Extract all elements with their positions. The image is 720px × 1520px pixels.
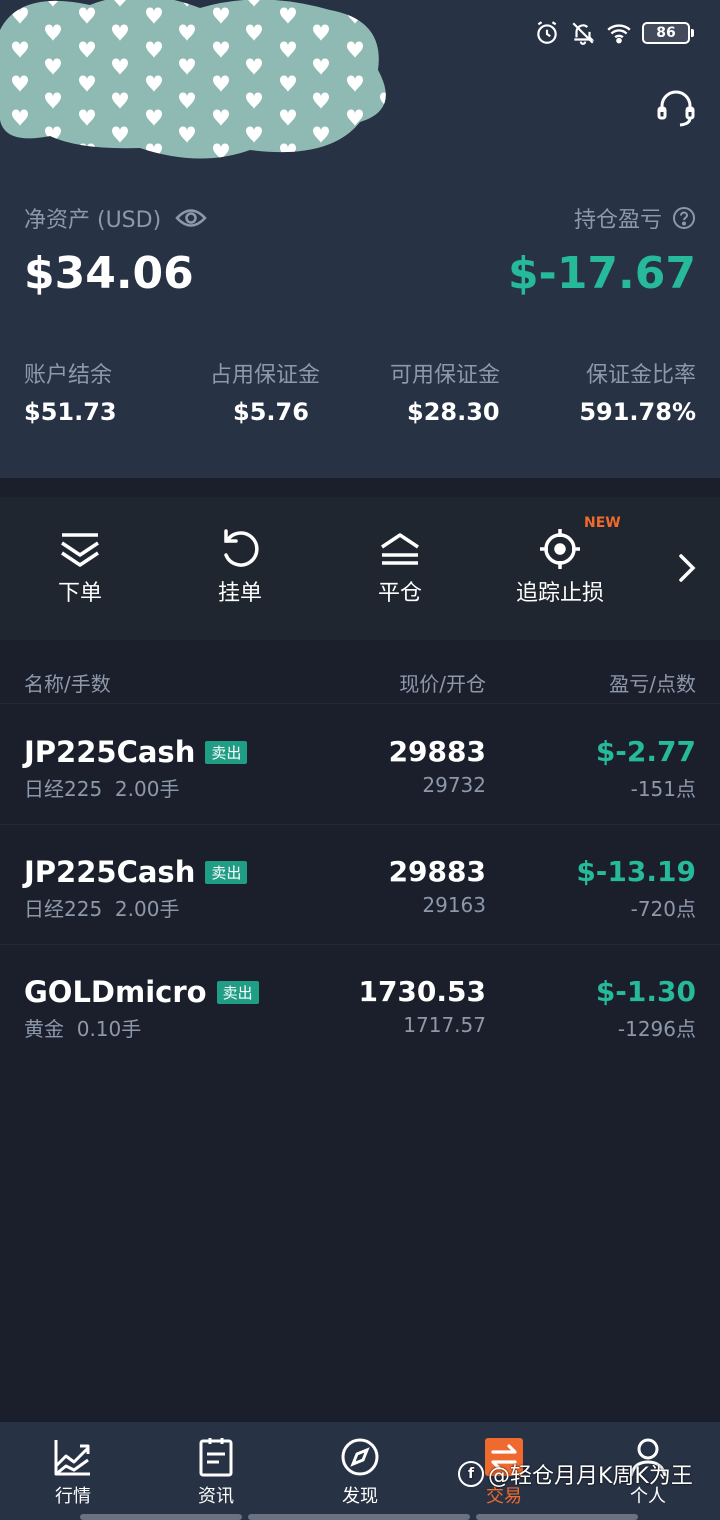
eye-icon[interactable] (175, 207, 207, 229)
position-pnl: $-13.19 (576, 855, 696, 888)
privacy-sticker (0, 0, 386, 159)
name-lots-header: 名称/手数 (24, 672, 111, 696)
battery-indicator: 86 (642, 22, 694, 44)
instrument-info: 日经225 2.00手 (24, 897, 180, 921)
position-pnl-label: 持仓盈亏 (574, 202, 696, 234)
position-pnl: $-1.30 (595, 975, 696, 1008)
position-points: -151点 (630, 777, 696, 801)
current-price: 1730.53 (358, 975, 486, 1008)
used-margin-label: 占用保证金 (210, 363, 321, 388)
open-price: 29732 (422, 773, 486, 797)
help-icon[interactable] (672, 206, 696, 230)
pnl-points-header: 盈亏/点数 (609, 672, 696, 696)
symbol: JP225Cash 卖出 (24, 735, 248, 769)
net-assets-value: $34.06 (24, 248, 194, 299)
nav-news[interactable]: 资讯 (166, 1436, 266, 1508)
new-badge: NEW (584, 515, 621, 531)
sell-badge: 卖出 (205, 740, 248, 764)
customer-service-icon[interactable] (654, 86, 698, 130)
pending-order-button[interactable]: 挂单 (170, 527, 310, 607)
position-pnl: $-2.77 (595, 735, 696, 768)
symbol: GOLDmicro 卖出 (24, 975, 259, 1009)
close-position-icon (381, 533, 419, 565)
margin-ratio-label: 保证金比率 (585, 363, 696, 388)
instrument-info: 日经225 2.00手 (24, 777, 180, 801)
price-open-header: 现价/开仓 (399, 672, 486, 696)
close-position-button[interactable]: 平仓 (330, 527, 470, 607)
watermark-logo-icon: f (458, 1461, 484, 1487)
account-balance-value: $51.73 (24, 398, 117, 426)
current-price: 29883 (388, 855, 486, 888)
chevron-right-icon[interactable] (672, 550, 700, 586)
news-icon (199, 1438, 233, 1477)
open-price: 1717.57 (403, 1013, 486, 1037)
account-balance-label: 账户结余 (24, 363, 113, 388)
current-price: 29883 (388, 735, 486, 768)
position-pnl-value: $-17.67 (507, 248, 696, 299)
alarm-icon (537, 21, 557, 44)
sell-badge: 卖出 (205, 860, 248, 884)
symbol: JP225Cash 卖出 (24, 855, 248, 889)
position-row[interactable]: JP225Cash 卖出 日经225 2.00手 29883 29732 $-2… (0, 705, 720, 825)
sell-badge: 卖出 (216, 980, 259, 1004)
trailing-stop-button[interactable]: 追踪止损 (490, 527, 630, 607)
wifi-icon (607, 24, 631, 44)
positions-table-header: 名称/手数 现价/开仓 盈亏/点数 (0, 656, 720, 704)
nav-discover[interactable]: 发现 (310, 1436, 410, 1508)
trailing-stop-icon (540, 529, 580, 569)
free-margin-label: 可用保证金 (390, 363, 501, 388)
instrument-info: 黄金 0.10手 (24, 1017, 142, 1041)
gesture-bar (248, 1514, 470, 1520)
open-price: 29163 (422, 893, 486, 917)
market-chart-icon (54, 1440, 90, 1476)
pending-order-icon (224, 529, 259, 567)
position-row[interactable]: JP225Cash 卖出 日经225 2.00手 29883 29163 $-1… (0, 825, 720, 945)
free-margin-value: $28.30 (407, 398, 500, 426)
account-header: 86 净资产 (USD) $34.06 持仓盈亏 $-17.67 账户结余 $5… (0, 0, 720, 478)
compass-icon (341, 1438, 379, 1476)
watermark: f @轻仓月月K周K为王 (458, 1458, 693, 1490)
margin-ratio-value: 591.78% (579, 398, 696, 426)
nav-market[interactable]: 行情 (23, 1436, 123, 1508)
used-margin-value: $5.76 (233, 398, 309, 426)
gesture-bar (476, 1514, 638, 1520)
bell-off-icon (572, 22, 595, 45)
net-assets-label: 净资产 (USD) (24, 202, 207, 234)
position-points: -720点 (630, 897, 696, 921)
gesture-bar (80, 1514, 242, 1520)
status-bar: 86 (534, 18, 694, 48)
place-order-button[interactable]: 下单 (10, 527, 150, 607)
order-icon (61, 533, 99, 567)
position-row[interactable]: GOLDmicro 卖出 黄金 0.10手 1730.53 1717.57 $-… (0, 945, 720, 1065)
position-points: -1296点 (617, 1017, 696, 1041)
